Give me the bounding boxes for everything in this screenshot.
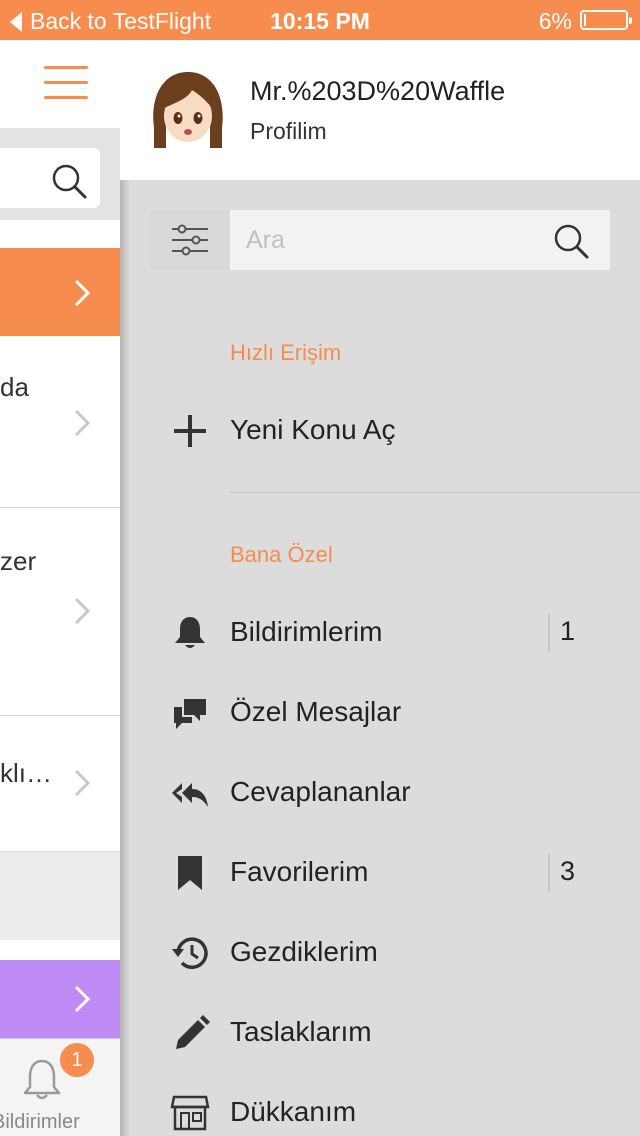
side-menu: Mr.%203D%20Waffle Profilim Hızlı Erişim … bbox=[120, 40, 640, 1136]
left-search-bar bbox=[0, 128, 120, 220]
filter-button[interactable] bbox=[150, 210, 230, 270]
menu-item-label: Cevaplananlar bbox=[230, 776, 411, 807]
section-title-personal: Bana Özel bbox=[230, 542, 333, 567]
menu-item-replies[interactable]: Cevaplananlar bbox=[120, 758, 640, 828]
favorites-count: 3 bbox=[560, 856, 576, 886]
list-item[interactable]: da bbox=[0, 336, 120, 508]
reply-all-icon bbox=[172, 783, 208, 807]
featured-row[interactable] bbox=[0, 248, 120, 336]
menu-item-label: Bildirimlerim bbox=[230, 616, 383, 647]
promo-row[interactable] bbox=[0, 960, 120, 1038]
chevron-right-icon bbox=[74, 597, 91, 625]
chevron-right-icon bbox=[74, 279, 91, 307]
messages-icon bbox=[174, 699, 206, 729]
notification-count: 1 bbox=[560, 616, 576, 646]
menu-item-drafts[interactable]: Taslaklarım bbox=[120, 998, 640, 1068]
count-separator bbox=[548, 854, 550, 892]
status-bar: Back to TestFlight 10:15 PM 6% bbox=[0, 0, 640, 40]
search-input[interactable] bbox=[246, 220, 546, 260]
profile-name: Mr.%203D%20Waffle bbox=[250, 76, 506, 106]
left-header bbox=[0, 40, 120, 128]
list-item[interactable]: zer bbox=[0, 508, 120, 716]
menu-item-label: Taslaklarım bbox=[230, 1016, 372, 1047]
sliders-icon bbox=[172, 224, 208, 256]
menu-item-label: Dükkanım bbox=[230, 1096, 357, 1127]
bell-icon bbox=[175, 617, 205, 648]
battery-percent: 6% bbox=[538, 8, 572, 34]
section-title-quick-access: Hızlı Erişim bbox=[230, 340, 342, 365]
count-separator bbox=[548, 614, 550, 652]
underlying-screen[interactable]: da zer klı… 1 Bildirimler bbox=[0, 40, 120, 1136]
chevron-right-icon bbox=[74, 409, 91, 437]
hamburger-menu-icon[interactable] bbox=[44, 66, 88, 100]
bookmark-icon bbox=[178, 856, 202, 890]
bell-outline-icon bbox=[23, 1059, 61, 1100]
chevron-right-icon bbox=[74, 769, 91, 797]
search-icon[interactable] bbox=[552, 222, 590, 260]
battery-fill bbox=[584, 14, 586, 26]
list-item-text: zer bbox=[0, 546, 37, 576]
list-item-text: da bbox=[0, 372, 29, 402]
search-icon bbox=[52, 164, 87, 199]
left-search-field[interactable] bbox=[0, 148, 100, 208]
tab-label: Bildirimler bbox=[0, 1111, 80, 1133]
history-icon bbox=[172, 937, 208, 969]
menu-search-bar bbox=[150, 210, 610, 270]
battery-icon bbox=[580, 10, 632, 30]
notification-badge: 1 bbox=[60, 1043, 94, 1077]
shop-icon bbox=[170, 1095, 210, 1131]
menu-item-notifications[interactable]: Bildirimlerim 1 bbox=[120, 598, 640, 668]
list-item[interactable] bbox=[0, 852, 120, 940]
menu-item-shop[interactable]: Dükkanım bbox=[120, 1078, 640, 1136]
avatar bbox=[153, 72, 223, 148]
menu-item-private-messages[interactable]: Özel Mesajlar bbox=[120, 678, 640, 748]
chevron-right-icon bbox=[74, 985, 91, 1013]
menu-item-label: Özel Mesajlar bbox=[230, 696, 402, 727]
plus-icon bbox=[174, 415, 206, 447]
list-item[interactable]: klı… bbox=[0, 716, 120, 852]
profile-subtitle: Profilim bbox=[250, 118, 327, 144]
list-item-text: klı… bbox=[0, 758, 52, 788]
section-divider bbox=[230, 492, 640, 493]
menu-item-history[interactable]: Gezdiklerim bbox=[120, 918, 640, 988]
profile-header[interactable]: Mr.%203D%20Waffle Profilim bbox=[120, 40, 640, 180]
menu-item-label: Gezdiklerim bbox=[230, 936, 378, 967]
menu-item-favorites[interactable]: Favorilerim 3 bbox=[120, 838, 640, 908]
tab-bar: 1 Bildirimler bbox=[0, 1038, 120, 1136]
menu-item-label: Yeni Konu Aç bbox=[230, 414, 396, 445]
menu-item-new-topic[interactable]: Yeni Konu Aç bbox=[120, 396, 640, 466]
pencil-icon bbox=[176, 1015, 210, 1049]
menu-item-label: Favorilerim bbox=[230, 856, 369, 887]
